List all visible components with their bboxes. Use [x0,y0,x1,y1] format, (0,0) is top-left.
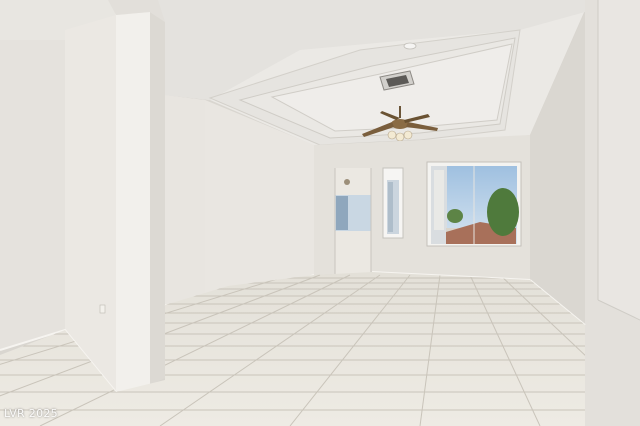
picture-window [426,161,522,247]
room-illustration [0,0,640,426]
tree [487,188,519,236]
doorway [334,168,372,274]
narrow-window [382,167,404,239]
left-corner-wall [65,15,116,392]
pillar [116,12,150,395]
wall-outlet [99,304,106,314]
smoke-detector [403,42,417,50]
watermark-text: LVR 2025 [4,407,58,420]
mid-wall [165,95,205,310]
room-photo: LVR 2025 [0,0,640,426]
pillar-side [150,12,165,385]
left-wall [0,40,65,350]
right-door-jamb [598,0,640,320]
